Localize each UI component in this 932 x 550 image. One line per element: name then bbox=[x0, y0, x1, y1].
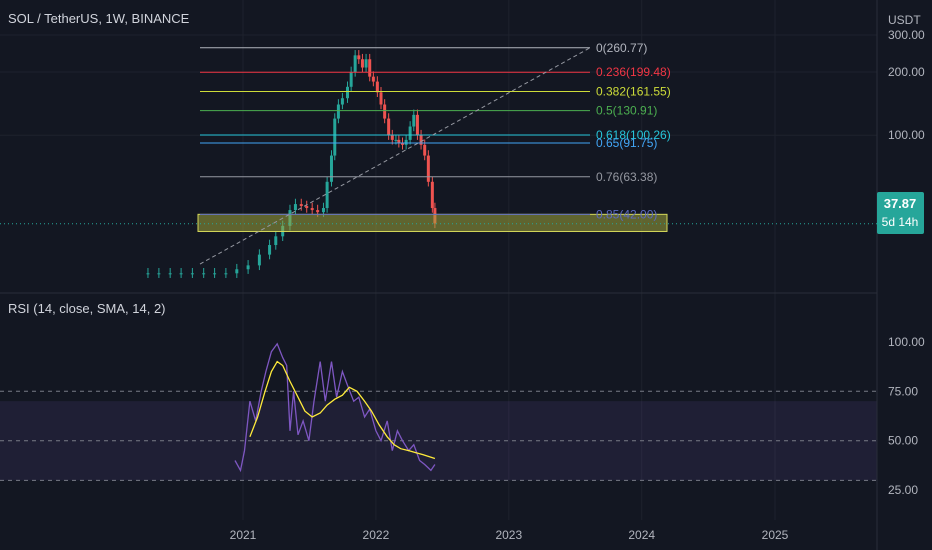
price-candle bbox=[179, 273, 183, 275]
price-candle bbox=[299, 204, 303, 207]
fib-level-label: 0.65(91.75) bbox=[596, 136, 657, 150]
rsi-tick-label: 100.00 bbox=[888, 335, 925, 349]
fib-level-label: 0(260.77) bbox=[596, 41, 647, 55]
fib-level-label: 0.76(63.38) bbox=[596, 170, 657, 184]
bar-countdown: 5d 14h bbox=[882, 215, 919, 229]
last-price-value: 37.87 bbox=[884, 196, 917, 211]
rsi-tick-label: 25.00 bbox=[888, 483, 918, 497]
rsi-tick-label: 50.00 bbox=[888, 434, 918, 448]
fib-level-label: 0.85(42.00) bbox=[596, 207, 657, 221]
price-candle bbox=[340, 98, 344, 105]
price-candle bbox=[310, 208, 314, 211]
currency-label[interactable]: USDT bbox=[888, 13, 921, 27]
fib-level-label: 0.236(199.48) bbox=[596, 65, 671, 79]
price-candle bbox=[412, 114, 416, 127]
price-candle bbox=[305, 206, 309, 209]
rsi-tick-label: 75.00 bbox=[888, 384, 918, 398]
price-tick-label: 100.00 bbox=[888, 128, 925, 142]
price-candle bbox=[329, 155, 333, 182]
x-tick-label: 2022 bbox=[363, 528, 390, 542]
price-candle bbox=[394, 139, 398, 141]
price-tick-label: 200.00 bbox=[888, 65, 925, 79]
fib-level-label: 0.5(130.91) bbox=[596, 104, 657, 118]
price-candle bbox=[379, 92, 383, 105]
price-candle bbox=[383, 104, 387, 119]
symbol-title[interactable]: SOL / TetherUS, 1W, BINANCE bbox=[8, 11, 190, 26]
fib-level-label: 0.382(161.55) bbox=[596, 84, 671, 98]
price-candle bbox=[274, 236, 278, 246]
price-candle bbox=[224, 273, 228, 275]
price-candle bbox=[408, 126, 412, 140]
price-candle bbox=[360, 59, 364, 68]
price-candle bbox=[268, 245, 272, 255]
rsi-title[interactable]: RSI (14, close, SMA, 14, 2) bbox=[8, 301, 166, 316]
price-candle bbox=[387, 118, 391, 136]
last-price-badge[interactable]: 37.87 5d 14h bbox=[877, 192, 924, 234]
price-candle bbox=[349, 71, 353, 87]
price-candle bbox=[415, 114, 419, 136]
price-candle bbox=[368, 59, 372, 77]
price-candle bbox=[333, 118, 337, 156]
price-candle bbox=[423, 144, 427, 156]
price-candle bbox=[316, 210, 320, 213]
price-candle bbox=[397, 139, 401, 143]
x-tick-label: 2021 bbox=[230, 528, 257, 542]
x-tick-label: 2024 bbox=[628, 528, 655, 542]
price-candle bbox=[190, 273, 194, 275]
price-candle bbox=[168, 273, 172, 275]
price-candle bbox=[235, 269, 239, 274]
chart-canvas: 0(260.77) 0.236(199.48) 0.382(161.55) 0.5(1… bbox=[0, 0, 932, 550]
price-candle bbox=[390, 135, 394, 140]
price-candle bbox=[364, 59, 368, 68]
price-candle bbox=[325, 181, 329, 209]
price-candle bbox=[146, 273, 150, 275]
price-candle bbox=[157, 273, 161, 275]
price-candle bbox=[202, 273, 206, 275]
price-candle bbox=[321, 208, 325, 213]
chart-root: 0(260.77) 0.236(199.48) 0.382(161.55) 0.5(1… bbox=[0, 0, 932, 550]
price-candle bbox=[375, 81, 379, 93]
price-candle bbox=[404, 139, 408, 145]
price-candle bbox=[293, 204, 297, 211]
x-tick-label: 2025 bbox=[762, 528, 789, 542]
price-candle bbox=[371, 76, 375, 82]
price-candle bbox=[430, 181, 434, 209]
price-candle bbox=[346, 86, 350, 99]
price-candle bbox=[426, 155, 430, 182]
price-candle bbox=[213, 273, 217, 275]
price-candle bbox=[336, 104, 340, 119]
price-candle bbox=[257, 254, 261, 266]
price-candle bbox=[357, 55, 361, 60]
rsi-panel-background bbox=[0, 390, 877, 481]
x-tick-label: 2023 bbox=[495, 528, 522, 542]
price-candle bbox=[353, 55, 357, 72]
price-candle bbox=[246, 265, 250, 270]
price-tick-label: 300.00 bbox=[888, 28, 925, 42]
